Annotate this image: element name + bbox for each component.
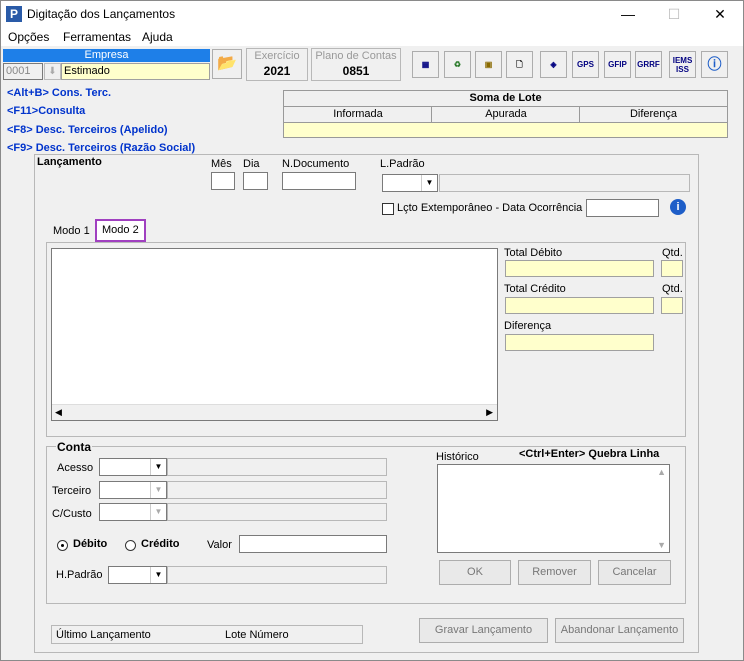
total-debito-field (505, 260, 654, 277)
empresa-name-field: Estimado (61, 63, 210, 80)
chevron-down-icon: ▼ (150, 567, 166, 583)
empresa-lookup-icon: ⬇ (44, 63, 61, 80)
menu-bar: Opções Ferramentas Ajuda (1, 28, 743, 46)
gravar-lancamento-button[interactable]: Gravar Lançamento (419, 618, 548, 643)
terceiro-combo[interactable]: ▼ (99, 481, 167, 499)
empresa-header: Empresa (3, 49, 210, 62)
horizontal-scrollbar: ◀ ▶ (52, 404, 497, 420)
ok-button[interactable]: OK (439, 560, 511, 585)
trash-icon[interactable]: ♻ (444, 51, 471, 78)
conta-title: Conta (56, 440, 92, 454)
diferenca-field (505, 334, 654, 351)
title-bar: P Digitação dos Lançamentos — ☐ ✕ (1, 1, 743, 28)
gfip-button[interactable]: GFIP (604, 51, 631, 78)
calculator-icon[interactable]: ▦ (412, 51, 439, 78)
qtd-credito-field (661, 297, 683, 314)
extemporaneo-checkbox[interactable] (382, 203, 394, 215)
chevron-down-icon: ▼ (150, 459, 166, 475)
valor-input[interactable] (239, 535, 387, 553)
shortcut-desc-razao: <F9> Desc. Terceiros (Razão Social) (7, 142, 196, 154)
chevron-down-icon: ▼ (150, 504, 166, 520)
empresa-code-field: 0001 (3, 63, 43, 80)
lancamentos-grid[interactable]: ◀ ▶ (51, 248, 498, 421)
diamond-icon[interactable]: ◈ (540, 51, 567, 78)
plano-box: Plano de Contas 0851 (311, 48, 401, 81)
soma-lote-title: Soma de Lote (469, 92, 542, 104)
soma-values-row (284, 122, 727, 137)
exercicio-box: Exercício 2021 (246, 48, 308, 81)
qtd-debito-field (661, 260, 683, 277)
main-window: P Digitação dos Lançamentos — ☐ ✕ Opções… (0, 0, 744, 661)
lancamento-title: Lançamento (37, 156, 102, 168)
hpadrao-combo[interactable]: ▼ (108, 566, 167, 584)
historico-hint: <Ctrl+Enter> Quebra Linha (519, 448, 660, 460)
ccusto-combo[interactable]: ▼ (99, 503, 167, 521)
terceiro-description (167, 481, 387, 499)
open-folder-icon[interactable]: 📂 (212, 49, 242, 79)
debito-radio[interactable] (57, 540, 68, 551)
status-bar: Último Lançamento Lote Número (51, 625, 363, 644)
tab-modo-2[interactable]: Modo 2 (95, 219, 146, 242)
close-button[interactable]: ✕ (697, 1, 743, 28)
new-document-icon[interactable]: 🗋 (506, 51, 533, 78)
exercicio-value: 2021 (263, 64, 291, 78)
plano-value: 0851 (342, 64, 370, 78)
info-icon[interactable]: i (670, 199, 686, 215)
acesso-description (167, 458, 387, 476)
app-icon: P (6, 6, 22, 22)
shortcut-desc-apelido: <F8> Desc. Terceiros (Apelido) (7, 124, 168, 136)
cancelar-button[interactable]: Cancelar (598, 560, 671, 585)
chevron-down-icon: ▼ (421, 175, 437, 191)
report-icon[interactable]: ▣ (475, 51, 502, 78)
hpadrao-description (167, 566, 387, 584)
scroll-left-icon: ◀ (55, 407, 62, 417)
mes-input[interactable] (211, 172, 235, 190)
window-title: Digitação dos Lançamentos (27, 7, 176, 21)
scroll-up-icon: ▲ (657, 467, 666, 477)
abandonar-lancamento-button[interactable]: Abandonar Lançamento (555, 618, 684, 643)
maximize-button[interactable]: ☐ (651, 1, 697, 28)
dia-input[interactable] (243, 172, 268, 190)
tab-modo-1[interactable]: Modo 1 (53, 225, 90, 237)
lpadrao-description (439, 174, 690, 192)
gps-button[interactable]: GPS (572, 51, 599, 78)
minimize-button[interactable]: — (605, 1, 651, 28)
lpadrao-combo[interactable]: ▼ (382, 174, 438, 192)
shortcut-cons-terc: <Alt+B> Cons. Terc. (7, 87, 112, 99)
grrf-button[interactable]: GRRF (635, 51, 662, 78)
remover-button[interactable]: Remover (518, 560, 591, 585)
shortcut-consulta: <F11>Consulta (7, 105, 86, 117)
data-ocorrencia-input[interactable] (586, 199, 659, 217)
scroll-right-icon: ▶ (486, 407, 493, 417)
iems-iss-button[interactable]: IEMS ISS (669, 51, 696, 78)
scroll-down-icon: ▼ (657, 540, 666, 550)
acesso-combo[interactable]: ▼ (99, 458, 167, 476)
historico-textarea[interactable]: ▲ ▼ (437, 464, 670, 553)
ccusto-description (167, 503, 387, 521)
chevron-down-icon: ▼ (150, 482, 166, 498)
info-icon[interactable]: ⓘ (701, 51, 728, 78)
total-credito-field (505, 297, 654, 314)
ndocumento-input[interactable] (282, 172, 356, 190)
credito-radio[interactable] (125, 540, 136, 551)
menu-opcoes[interactable]: Opções (8, 30, 49, 44)
menu-ferramentas[interactable]: Ferramentas (63, 30, 131, 44)
menu-ajuda[interactable]: Ajuda (142, 30, 173, 44)
soma-lote-table: Soma de Lote Informada Apurada Diferença (283, 90, 728, 138)
